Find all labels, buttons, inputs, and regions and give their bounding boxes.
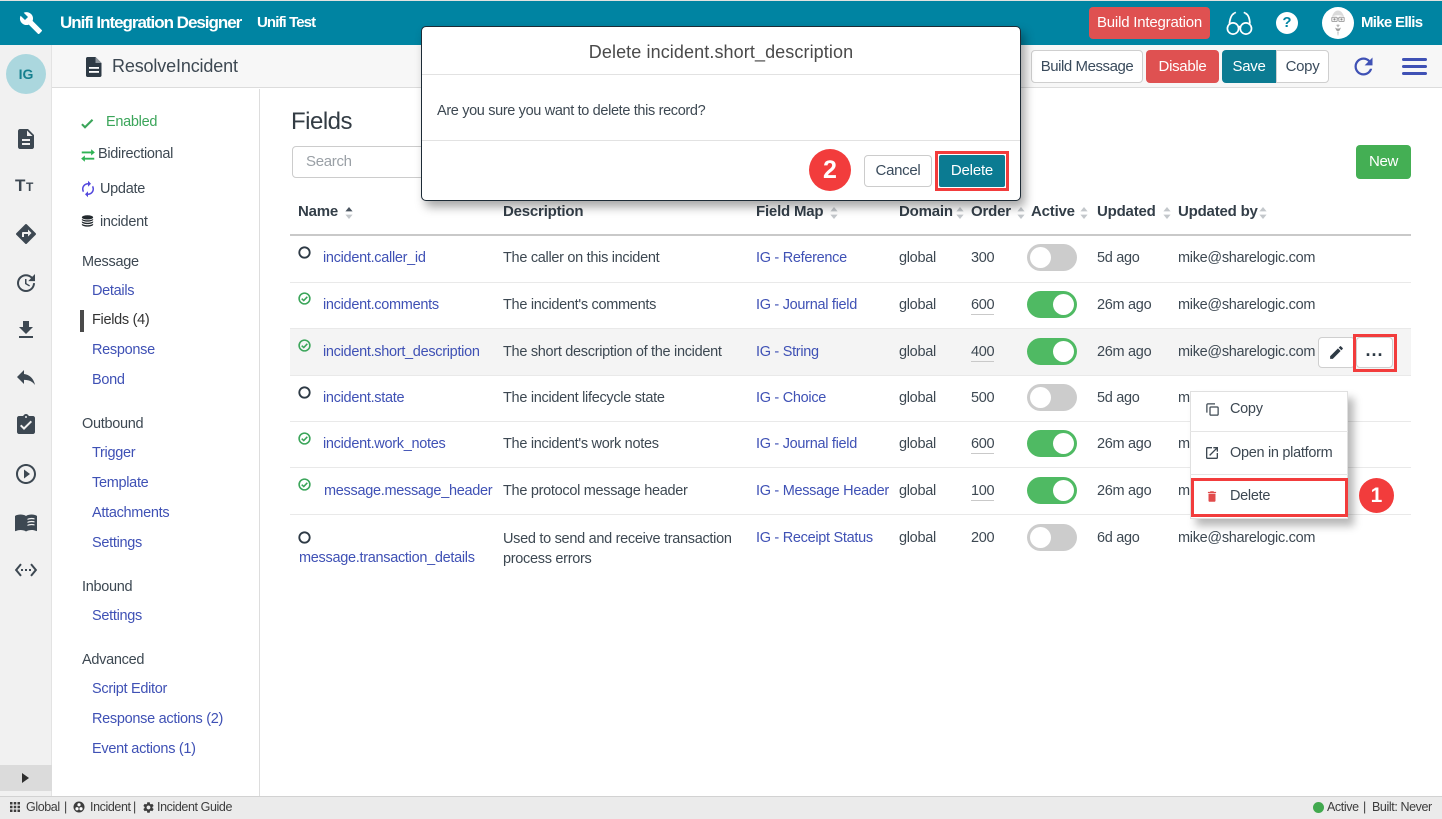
svg-text:T: T [15,176,26,195]
svg-text:T: T [26,180,34,194]
